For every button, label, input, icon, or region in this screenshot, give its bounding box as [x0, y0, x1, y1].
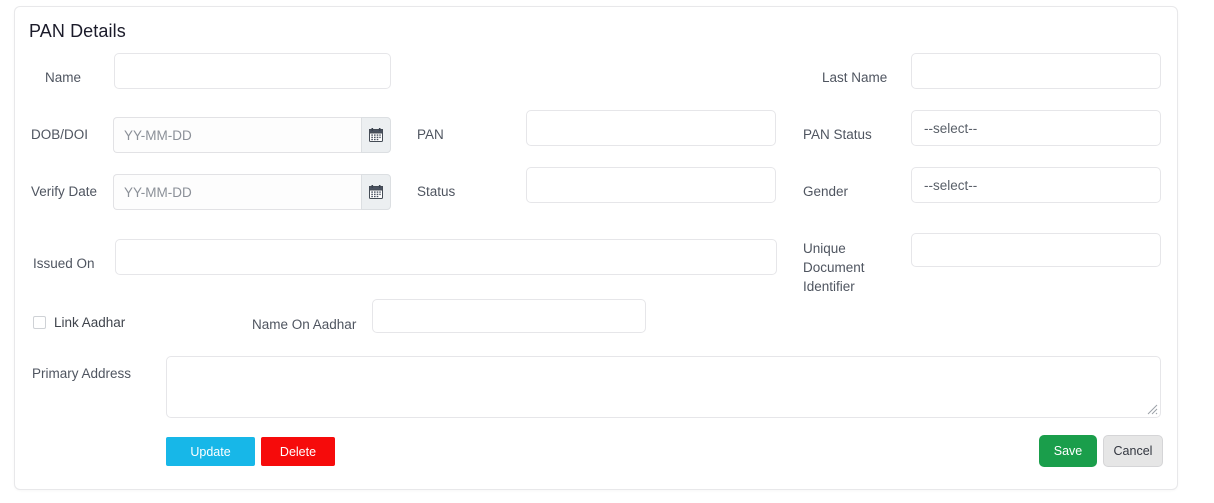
calendar-glyph	[369, 185, 383, 199]
dob-doi-input[interactable]	[113, 117, 361, 153]
label-pan: PAN	[417, 127, 444, 142]
calendar-glyph	[369, 128, 383, 142]
label-gender: Gender	[803, 184, 849, 199]
name-input[interactable]	[114, 53, 391, 89]
label-name: Name	[45, 70, 82, 85]
verify-date-datepicker[interactable]	[113, 174, 391, 210]
link-aadhar-checkbox-group[interactable]: Link Aadhar	[33, 315, 125, 330]
label-issued-on: Issued On	[33, 256, 95, 271]
verify-date-input[interactable]	[113, 174, 361, 210]
label-name-on-aadhar: Name On Aadhar	[252, 317, 357, 332]
label-unique-document-identifier: Unique Document Identifier	[803, 241, 865, 294]
calendar-icon[interactable]	[361, 174, 391, 210]
pan-details-card: PAN Details Name Last Name DOB/DOI YY-MM…	[14, 6, 1178, 490]
last-name-input[interactable]	[911, 53, 1161, 89]
update-button[interactable]: Update	[166, 437, 255, 466]
name-on-aadhar-input[interactable]	[372, 299, 646, 333]
pan-status-select[interactable]: --select--	[911, 110, 1161, 146]
label-last-name: Last Name	[822, 70, 888, 85]
pan-input[interactable]	[526, 110, 776, 146]
label-verify-date: Verify Date	[31, 184, 98, 199]
calendar-icon[interactable]	[361, 117, 391, 153]
unique-document-identifier-input[interactable]	[911, 233, 1161, 267]
label-dob-doi: DOB/DOI	[31, 127, 89, 142]
label-status: Status	[417, 184, 456, 199]
primary-address-textarea[interactable]	[166, 356, 1161, 418]
dob-doi-datepicker[interactable]	[113, 117, 391, 153]
gender-selected-value: --select--	[924, 177, 978, 193]
page-title: PAN Details	[29, 21, 126, 41]
pan-status-selected-value: --select--	[924, 120, 978, 136]
issued-on-input[interactable]	[115, 239, 777, 275]
save-button[interactable]: Save	[1039, 435, 1097, 467]
label-primary-address: Primary Address	[32, 366, 132, 381]
delete-button[interactable]: Delete	[261, 437, 335, 466]
label-pan-status: PAN Status	[803, 127, 872, 142]
cancel-button[interactable]: Cancel	[1103, 435, 1163, 467]
link-aadhar-checkbox[interactable]	[33, 316, 46, 329]
status-input[interactable]	[526, 167, 776, 203]
gender-select[interactable]: --select--	[911, 167, 1161, 203]
link-aadhar-label: Link Aadhar	[54, 315, 126, 330]
